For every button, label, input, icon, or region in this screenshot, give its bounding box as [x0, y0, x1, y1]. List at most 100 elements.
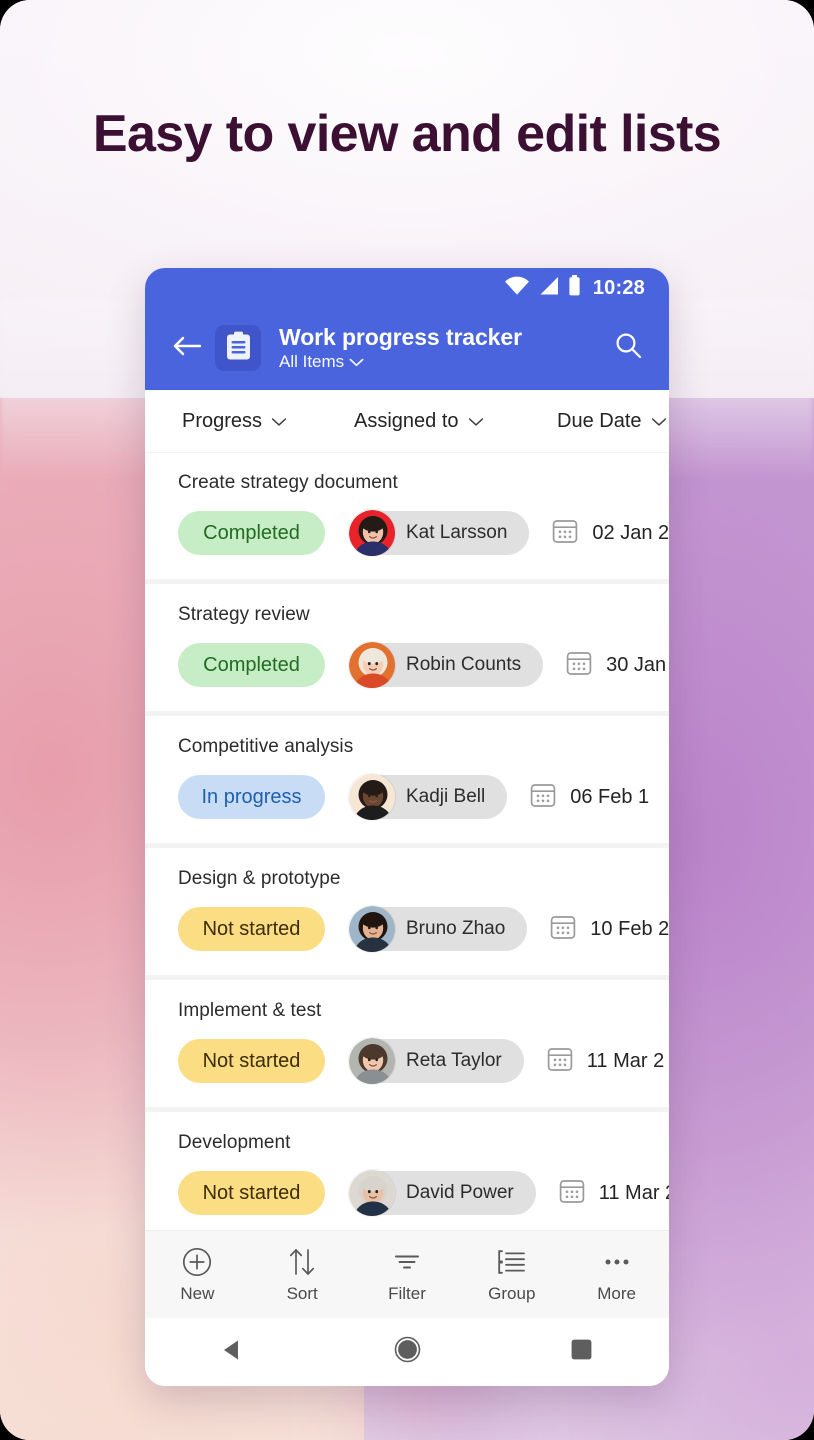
chevron-down-icon	[349, 352, 364, 372]
column-header-assigned-to[interactable]: Assigned to	[354, 410, 557, 433]
status-badge[interactable]: In progress	[178, 775, 325, 819]
avatar	[348, 773, 396, 821]
app-bar-row: Work progress tracker All Items	[145, 308, 669, 388]
android-home-button[interactable]	[320, 1336, 495, 1368]
calendar-icon	[546, 1045, 574, 1078]
assignee-name: Kadji Bell	[406, 786, 486, 807]
assignee-name: Kat Larsson	[406, 522, 508, 543]
group-list-icon	[496, 1245, 528, 1279]
arrow-left-icon	[172, 333, 202, 364]
due-date-cell[interactable]: 06 Feb 1	[529, 781, 649, 814]
due-date-text: 30 Jan 2	[606, 653, 669, 676]
list-items-container[interactable]: Create strategy document Completed Kat L…	[145, 452, 669, 1230]
search-icon	[614, 331, 643, 365]
calendar-icon	[549, 913, 577, 946]
avatar	[348, 509, 396, 557]
android-recents-button[interactable]	[494, 1338, 669, 1366]
status-badge[interactable]: Completed	[178, 511, 325, 555]
due-date-cell[interactable]: 30 Jan 2	[565, 649, 669, 682]
list-item-title: Design & prototype	[178, 868, 341, 889]
square-icon	[570, 1338, 593, 1366]
list-item-title: Implement & test	[178, 1000, 322, 1021]
assignee-chip[interactable]: Robin Counts	[348, 641, 544, 689]
assignee-chip[interactable]: David Power	[348, 1169, 536, 1217]
circle-icon	[394, 1336, 421, 1368]
command-label: New	[180, 1284, 215, 1303]
calendar-icon	[551, 517, 579, 550]
calendar-icon	[529, 781, 557, 814]
android-navigation-bar	[145, 1318, 669, 1386]
due-date-cell[interactable]: 11 Mar 2	[546, 1045, 664, 1078]
assignee-name: David Power	[406, 1182, 514, 1203]
due-date-cell[interactable]: 10 Feb 2	[549, 913, 669, 946]
list-item[interactable]: Implement & test Not started Reta Taylor	[145, 980, 669, 1107]
status-badge[interactable]: Not started	[178, 1039, 325, 1083]
status-bar: 10:28	[145, 268, 669, 308]
app-bar: 10:28 Work progress tracker All Items	[145, 268, 669, 390]
search-button[interactable]	[605, 325, 651, 371]
command-sort[interactable]: Sort	[250, 1245, 355, 1304]
promo-canvas: Easy to view and edit lists 10:28 Work p…	[0, 0, 814, 1440]
filter-icon	[391, 1245, 423, 1279]
column-header-progress[interactable]: Progress	[182, 410, 354, 433]
view-selector[interactable]: All Items	[279, 352, 605, 372]
list-item-title: Create strategy document	[178, 472, 398, 493]
list-item-cells: Not started Bruno Zhao 10 Feb 2	[178, 905, 669, 953]
column-header-due-date[interactable]: Due Date	[557, 410, 667, 433]
avatar	[348, 1169, 396, 1217]
status-badge[interactable]: Completed	[178, 643, 325, 687]
avatar	[348, 905, 396, 953]
plus-circle-icon	[181, 1245, 213, 1279]
command-more[interactable]: More	[564, 1245, 669, 1304]
page-title: Work progress tracker	[279, 323, 522, 350]
list-item-cells: Not started David Power 11 Mar 2	[178, 1169, 669, 1217]
chevron-down-icon	[468, 410, 484, 433]
assignee-name: Robin Counts	[406, 654, 522, 675]
assignee-chip[interactable]: Reta Taylor	[348, 1037, 524, 1085]
column-label: Progress	[182, 409, 263, 432]
command-group[interactable]: Group	[459, 1245, 564, 1304]
status-badge[interactable]: Not started	[178, 1171, 325, 1215]
list-item[interactable]: Create strategy document Completed Kat L…	[145, 452, 669, 579]
back-button[interactable]	[165, 326, 209, 370]
due-date-text: 11 Mar 2	[598, 1181, 669, 1204]
battery-icon	[568, 275, 581, 301]
due-date-text: 02 Jan 2	[592, 521, 669, 544]
sort-arrows-icon	[286, 1245, 318, 1279]
list-app-icon	[215, 325, 261, 371]
phone-mockup: 10:28 Work progress tracker All Items Pr…	[145, 268, 669, 1386]
assignee-chip[interactable]: Kat Larsson	[348, 509, 530, 557]
status-time: 10:28	[592, 276, 645, 299]
assignee-chip[interactable]: Kadji Bell	[348, 773, 508, 821]
command-label: More	[597, 1284, 636, 1303]
list-item[interactable]: Competitive analysis In progress Kadji B…	[145, 716, 669, 843]
column-label: Assigned to	[354, 409, 459, 432]
calendar-icon	[558, 1177, 586, 1210]
list-item-cells: Completed Kat Larsson 02 Jan 2	[178, 509, 669, 557]
cellular-signal-icon	[538, 276, 560, 301]
chevron-down-icon	[651, 410, 667, 433]
calendar-icon	[565, 649, 593, 682]
due-date-cell[interactable]: 02 Jan 2	[551, 517, 669, 550]
list-item[interactable]: Strategy review Completed Robin Counts 3…	[145, 584, 669, 711]
chevron-down-icon	[271, 410, 287, 433]
assignee-chip[interactable]: Bruno Zhao	[348, 905, 528, 953]
command-new[interactable]: New	[145, 1245, 250, 1304]
due-date-text: 10 Feb 2	[590, 917, 669, 940]
command-label: Filter	[388, 1284, 426, 1303]
assignee-name: Bruno Zhao	[406, 918, 506, 939]
command-filter[interactable]: Filter	[355, 1245, 460, 1304]
promo-headline: Easy to view and edit lists	[92, 105, 722, 163]
column-label: Due Date	[557, 409, 642, 432]
status-badge[interactable]: Not started	[178, 907, 325, 951]
command-label: Group	[488, 1284, 536, 1303]
list-item-title: Strategy review	[178, 604, 310, 625]
column-header-bar: Progress Assigned to Due Date	[145, 390, 669, 452]
list-item[interactable]: Development Not started David Power 11 M…	[145, 1112, 669, 1230]
android-back-button[interactable]	[145, 1337, 320, 1368]
clipboard-icon	[225, 331, 252, 366]
list-item[interactable]: Design & prototype Not started Bruno Zha…	[145, 848, 669, 975]
list-item-cells: Completed Robin Counts 30 Jan	[178, 641, 669, 689]
due-date-text: 06 Feb 1	[570, 785, 650, 808]
due-date-cell[interactable]: 11 Mar 2	[558, 1177, 669, 1210]
